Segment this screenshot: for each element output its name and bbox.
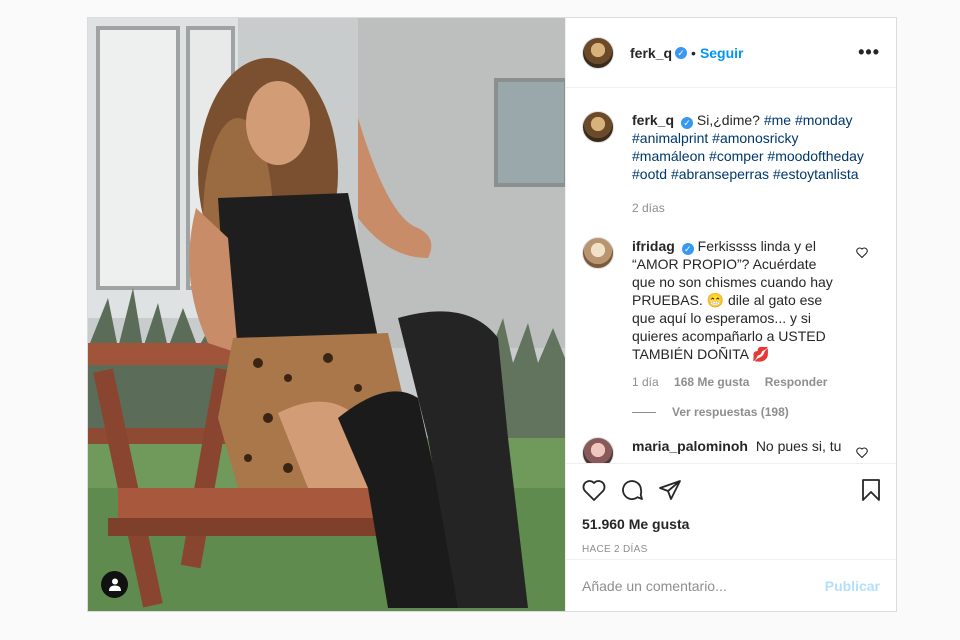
caption-time: 2 días	[632, 201, 665, 215]
post-photo[interactable]	[88, 18, 565, 611]
commenter-avatar[interactable]	[582, 437, 614, 463]
more-options-icon[interactable]: •••	[858, 42, 880, 63]
post-header: ferk_q ✓ • Seguir •••	[566, 18, 896, 88]
publish-button[interactable]: Publicar	[825, 578, 880, 594]
commenter-username[interactable]: maria_palominoh	[632, 438, 748, 454]
comment-input[interactable]: Añade un comentario...	[582, 578, 825, 594]
hashtag[interactable]: #estoytanlista	[773, 166, 859, 182]
bookmark-icon[interactable]	[860, 478, 882, 502]
verified-badge-icon: ✓	[681, 243, 694, 255]
replies-divider	[632, 411, 656, 413]
hashtag[interactable]: #amonosricky	[712, 130, 798, 146]
comment-icon[interactable]	[620, 478, 644, 502]
user-icon	[108, 578, 121, 591]
comment-like-heart-icon[interactable]	[856, 447, 868, 458]
comment-item: ifridag ✓ Ferkissss linda y el “AMOR PROP…	[582, 237, 880, 391]
likes-count[interactable]: 51.960 Me gusta	[582, 516, 880, 532]
author-username[interactable]: ferk_q	[630, 45, 672, 61]
post-timestamp: HACE 2 DÍAS	[582, 544, 648, 555]
verified-badge-icon: ✓	[675, 46, 688, 59]
comment-text: Ferkissss linda y el “AMOR PROPIO”? Acué…	[632, 238, 833, 362]
comment-like-heart-icon[interactable]	[856, 247, 868, 258]
comment-text: No pues si, tu	[755, 438, 842, 454]
heart-icon[interactable]	[582, 479, 606, 501]
follow-button[interactable]: Seguir	[700, 45, 744, 61]
comments-list[interactable]: ferk_q ✓ Si,¿dime? #me #monday #animalpri…	[566, 89, 896, 463]
view-replies-label: Ver respuestas (198)	[672, 405, 789, 419]
verified-badge-icon: ✓	[681, 117, 694, 129]
commenter-avatar[interactable]	[582, 237, 614, 269]
post-side-panel: ferk_q ✓ • Seguir ••• ferk_q ✓ Si,¿dime? …	[565, 18, 896, 611]
instagram-post: ferk_q ✓ • Seguir ••• ferk_q ✓ Si,¿dime? …	[87, 17, 897, 612]
separator-dot: •	[691, 44, 696, 61]
comment-likes[interactable]: 168 Me gusta	[674, 375, 749, 389]
view-replies-button[interactable]: Ver respuestas (198)	[632, 405, 880, 419]
tagged-users-button[interactable]	[101, 571, 128, 598]
caption-avatar[interactable]	[582, 111, 614, 143]
comment-time: 1 día	[632, 375, 659, 389]
hashtag[interactable]: #moodoftheday	[767, 148, 864, 164]
hashtag[interactable]: #comper	[709, 148, 763, 164]
hashtag[interactable]: #monday	[795, 112, 853, 128]
share-icon[interactable]	[658, 478, 682, 502]
hashtag[interactable]: #mamáleon	[632, 148, 705, 164]
add-comment-bar: Añade un comentario... Publicar	[566, 559, 896, 611]
hashtag[interactable]: #abranseperras	[671, 166, 769, 182]
comment-item: maria_palominoh No pues si, tu	[582, 437, 880, 463]
post-actions: 51.960 Me gusta HACE 2 DÍAS	[566, 463, 896, 563]
photo-scene	[88, 18, 565, 611]
caption-username[interactable]: ferk_q	[632, 112, 674, 128]
commenter-username[interactable]: ifridag	[632, 238, 675, 254]
hashtag[interactable]: #animalprint	[632, 130, 708, 146]
hashtag[interactable]: #me	[764, 112, 791, 128]
caption: ferk_q ✓ Si,¿dime? #me #monday #animalpri…	[582, 111, 880, 217]
hashtag[interactable]: #ootd	[632, 166, 667, 182]
reply-button[interactable]: Responder	[765, 375, 828, 389]
author-avatar[interactable]	[582, 36, 614, 69]
caption-text: Si,¿dime?	[696, 112, 760, 128]
